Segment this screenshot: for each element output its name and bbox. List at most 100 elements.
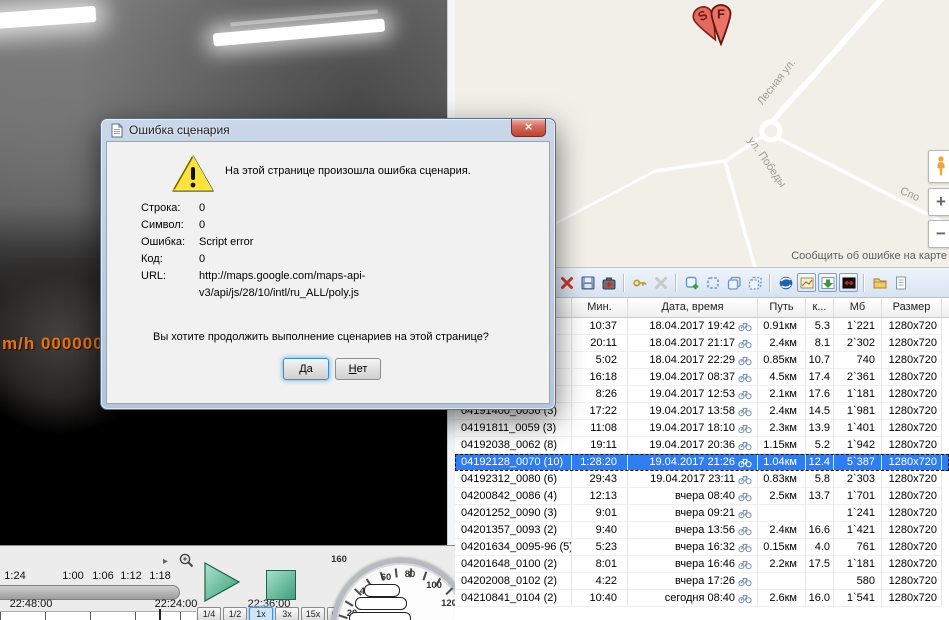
track-icon — [738, 473, 752, 485]
cell-megabytes: 1`181 — [834, 386, 882, 403]
speed-button[interactable]: 3x — [275, 607, 299, 620]
cell-megabytes: 1`221 — [834, 318, 882, 335]
cell-resolution: 1280x720 — [882, 403, 942, 420]
report-icon[interactable] — [891, 273, 910, 292]
header-min[interactable]: Мин. — [572, 298, 628, 317]
table-row[interactable]: 04192128_0070 (10) 1:28:20 19.04.2017 21… — [455, 454, 949, 471]
cell-filename: 04201648_0100 (2) — [455, 556, 572, 573]
cell-resolution: 1280x720 — [882, 505, 942, 522]
no-button[interactable]: Нет — [335, 358, 381, 380]
table-row[interactable]: 04201648_0100 (2) 8:01 вчера 16:46 2.2км… — [455, 556, 949, 573]
header-mb[interactable]: Мб — [834, 298, 882, 317]
table-row[interactable]: 04210841_0104 (2) 10:40 сегодня 08:40 2.… — [455, 590, 949, 607]
map-view-icon[interactable] — [797, 273, 816, 292]
cell-speed: 16.6 — [806, 522, 834, 539]
video-export-icon[interactable] — [839, 273, 858, 292]
table-row[interactable]: 04201357_0093 (2) 9:40 вчера 13:56 2.4км… — [455, 522, 949, 539]
speed-button[interactable]: 15x — [301, 607, 325, 620]
cell-datetime: 19.04.2017 08:37 — [628, 369, 758, 386]
cell-datetime: сегодня 08:40 — [628, 590, 758, 607]
table-row[interactable]: 04192312_0080 (6) 29:43 19.04.2017 23:11… — [455, 471, 949, 488]
cell-duration: 20:11 — [572, 335, 628, 352]
header-speed[interactable]: к... — [806, 298, 834, 317]
frames-selection-icon[interactable] — [745, 273, 764, 292]
cell-speed: 5.2 — [806, 437, 834, 454]
minute-label: 1:06 — [88, 570, 118, 582]
app-window: m/h 0000000 ▸ 1:001:061:121:181:24 22:24… — [0, 0, 949, 620]
image-export-icon[interactable] — [818, 273, 837, 292]
add-frame-icon[interactable] — [682, 273, 701, 292]
route-markers[interactable]: S F — [685, 2, 755, 54]
table-row[interactable]: 04200842_0086 (4) 12:13 вчера 08:40 2.5к… — [455, 488, 949, 505]
speed-button[interactable]: 1/2 — [223, 607, 247, 620]
frame-icon[interactable] — [703, 273, 722, 292]
map-zoom-in-button[interactable]: + — [928, 188, 949, 216]
cell-megabytes: 1`981 — [834, 403, 882, 420]
table-row[interactable]: 04201634_0095-96 (5) 5:23 вчера 16:32 0.… — [455, 539, 949, 556]
map-zoom-out-button[interactable]: − — [928, 220, 949, 248]
cell-megabytes: 2`361 — [834, 369, 882, 386]
header-size[interactable]: Размер — [882, 298, 942, 317]
seek-ruler[interactable] — [0, 611, 196, 620]
track-icon — [738, 388, 752, 400]
cell-datetime: 19.04.2017 12:53 — [628, 386, 758, 403]
yes-button[interactable]: Да — [283, 358, 329, 380]
delete-icon[interactable] — [557, 273, 576, 292]
cell-megabytes: 2`303 — [834, 471, 882, 488]
gauge-label: 100 — [423, 580, 445, 591]
cell-filename: 04192312_0080 (6) — [455, 471, 572, 488]
gauge-label: 120 — [438, 598, 455, 609]
time-label: 22:48:00 — [0, 598, 62, 610]
cell-duration: 12:13 — [572, 488, 628, 505]
header-path[interactable]: Путь — [758, 298, 806, 317]
field-label: Символ: — [141, 217, 199, 234]
cell-resolution: 1280x720 — [882, 556, 942, 573]
cell-datetime: вчера 16:46 — [628, 556, 758, 573]
repair-icon[interactable] — [599, 273, 618, 292]
gauge-label: 160 — [328, 554, 350, 565]
table-row[interactable]: 04202008_0102 (2) 4:22 вчера 17:26 580 1… — [455, 573, 949, 590]
cell-duration: 8:01 — [572, 556, 628, 573]
timeline-zoom-icon[interactable] — [178, 552, 196, 573]
cell-speed: 10.7 — [806, 352, 834, 369]
speed-button[interactable]: 1/4 — [197, 607, 221, 620]
cell-datetime: вчера 13:56 — [628, 522, 758, 539]
play-button[interactable] — [203, 562, 241, 602]
cell-distance — [758, 505, 806, 522]
track-icon — [738, 354, 752, 366]
close-icon[interactable]: × — [511, 119, 546, 137]
cell-datetime: вчера 08:40 — [628, 488, 758, 505]
track-icon — [738, 439, 752, 451]
cell-megabytes: 1`541 — [834, 590, 882, 607]
speed-button[interactable]: 1x — [249, 607, 273, 620]
cell-resolution: 1280x720 — [882, 590, 942, 607]
dialog-titlebar[interactable]: Ошибка сценария — [101, 119, 555, 141]
table-row[interactable]: 04192038_0062 (8) 19:11 19.04.2017 20:36… — [455, 437, 949, 454]
table-row[interactable]: 04191811_0059 (3) 11:08 19.04.2017 18:10… — [455, 420, 949, 437]
table-row[interactable]: 04201252_0090 (3) 9:01 вчера 09:21 1`241… — [455, 505, 949, 522]
cell-filename: 04202008_0102 (2) — [455, 573, 572, 590]
stop-button[interactable] — [266, 570, 296, 600]
cell-speed: 17.6 — [806, 386, 834, 403]
save-icon[interactable] — [578, 273, 597, 292]
map-report-error-link[interactable]: Сообщить об ошибке на карте — [791, 250, 947, 262]
cell-distance: 2.4км — [758, 522, 806, 539]
script-document-icon — [110, 123, 124, 138]
key-icon[interactable] — [630, 273, 649, 292]
timeline-expand-icon[interactable]: ▸ — [163, 556, 168, 567]
header-date[interactable]: Дата, время — [628, 298, 758, 317]
toolbar-separator — [623, 274, 625, 292]
pegman-button[interactable] — [928, 150, 949, 183]
cell-filename: 04201252_0090 (3) — [455, 505, 572, 522]
cell-datetime: 19.04.2017 23:11 — [628, 471, 758, 488]
frames-icon[interactable] — [724, 273, 743, 292]
open-folder-icon[interactable] — [870, 273, 889, 292]
dialog-content: На этой странице произошла ошибка сценар… — [106, 141, 550, 404]
field-label: Ошибка: — [141, 234, 199, 251]
cell-datetime: вчера 17:26 — [628, 573, 758, 590]
cell-resolution: 1280x720 — [882, 352, 942, 369]
google-earth-icon[interactable] — [776, 273, 795, 292]
cell-speed: 5.8 — [806, 471, 834, 488]
seek-position-marker[interactable] — [159, 609, 161, 620]
cell-resolution: 1280x720 — [882, 420, 942, 437]
